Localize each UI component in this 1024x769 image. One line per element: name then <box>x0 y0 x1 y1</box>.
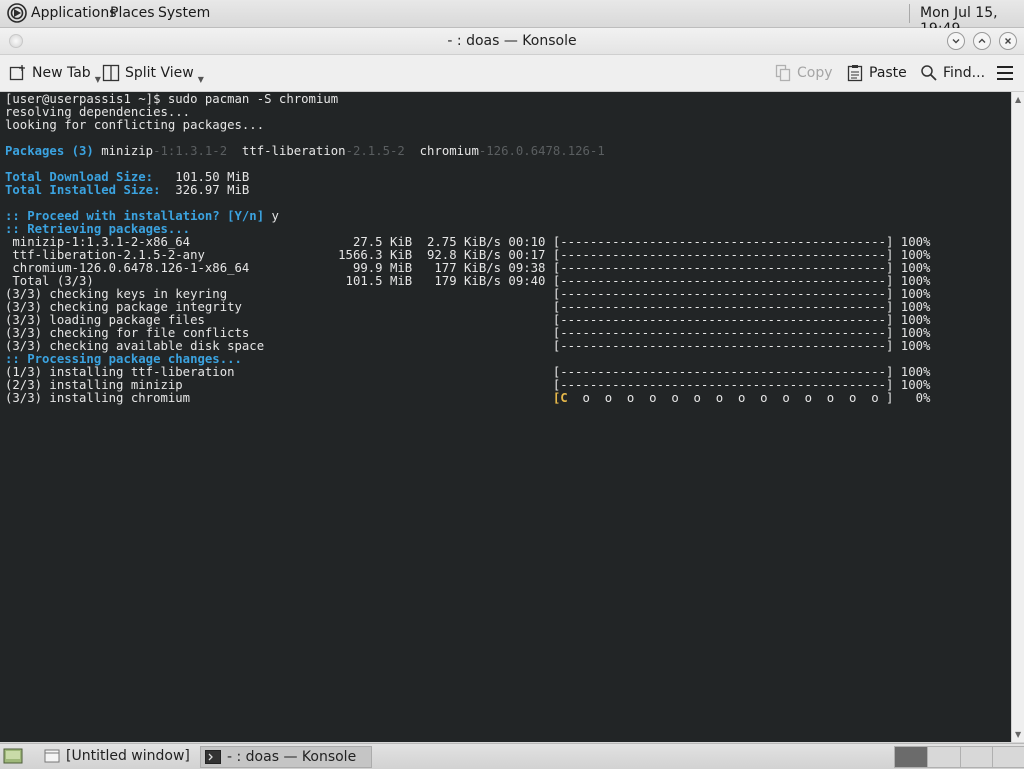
terminal-segment: o o o o o o o o o o o o o o ] 0% <box>567 391 931 405</box>
taskbar-label-konsole: - : doas — Konsole <box>227 749 357 765</box>
copy-label: Copy <box>797 65 833 81</box>
terminal-segment: 326.97 MiB <box>160 183 250 197</box>
terminal-segment: Total Installed Size: <box>5 183 161 197</box>
bottom-panel: [Untitled window] - : doas — Konsole <box>0 743 1024 769</box>
split-view-icon <box>102 64 120 82</box>
terminal-line: Total Installed Size: 326.97 MiB <box>5 184 930 197</box>
paste-icon <box>847 65 863 82</box>
terminal-line: (3/3) installing chromium [C o o o o o o… <box>5 392 930 405</box>
minimize-button[interactable] <box>947 32 965 50</box>
taskbar-item-konsole[interactable]: - : doas — Konsole <box>200 746 372 768</box>
menu-system[interactable]: System <box>158 5 210 21</box>
terminal-segment: :: Processing package changes... <box>5 352 242 366</box>
paste-button[interactable]: Paste <box>846 63 907 83</box>
terminal-segment: -2.1.5-2 <box>345 144 405 158</box>
find-label: Find... <box>943 65 986 81</box>
workspace-4[interactable] <box>992 746 1024 768</box>
split-view-button[interactable]: Split View ▼ <box>102 63 204 84</box>
maximize-button[interactable] <box>973 32 991 50</box>
terminal-segment: [C <box>552 391 568 405</box>
konsole-toolbar: New Tab ▼ Split View ▼ Copy Paste Find..… <box>0 55 1024 92</box>
hamburger-menu-icon[interactable] <box>997 66 1013 84</box>
copy-icon <box>775 64 791 82</box>
top-panel: Applications Places System Mon Jul 15, 1… <box>0 0 1024 37</box>
copy-button[interactable]: Copy <box>774 63 833 83</box>
menu-applications[interactable]: Applications <box>31 5 117 21</box>
terminal-segment: minizip <box>101 144 154 158</box>
new-tab-label: New Tab <box>32 65 91 81</box>
new-tab-dropdown-icon[interactable]: ▼ <box>95 75 101 84</box>
terminal-segment: chromium <box>404 144 479 158</box>
window-icon <box>44 749 60 763</box>
terminal-line: looking for conflicting packages... <box>5 118 265 132</box>
window-titlebar[interactable]: - : doas — Konsole <box>0 28 1024 55</box>
terminal-segment: ttf-liberation <box>227 144 346 158</box>
find-button[interactable]: Find... <box>920 63 985 83</box>
new-tab-button[interactable]: New Tab ▼ <box>9 63 101 84</box>
terminal-segment: :: Retrieving packages... <box>5 222 191 236</box>
terminal-segment: Packages (3) <box>5 144 102 158</box>
workspace-1[interactable] <box>894 746 928 768</box>
terminal-output: [user@userpassis1 ~]$ sudo pacman -S chr… <box>5 93 930 405</box>
show-desktop-icon[interactable] <box>3 747 23 765</box>
terminal-segment: Total Download Size: <box>5 170 154 184</box>
terminal-icon <box>205 750 221 764</box>
terminal-area[interactable]: [user@userpassis1 ~]$ sudo pacman -S chr… <box>0 92 1011 742</box>
terminal-scrollbar[interactable]: ▲ ▼ <box>1011 92 1024 742</box>
window-title: - : doas — Konsole <box>447 33 577 49</box>
panel-separator <box>909 4 910 23</box>
terminal-segment: :: Proceed with installation? [Y/n] <box>5 209 265 223</box>
workspace-2[interactable] <box>927 746 961 768</box>
distro-logo-icon[interactable] <box>7 3 27 23</box>
terminal-segment: (3/3) installing chromium <box>5 391 553 405</box>
menu-places[interactable]: Places <box>110 5 155 21</box>
split-view-dropdown-icon[interactable]: ▼ <box>198 75 204 84</box>
new-tab-icon <box>9 65 25 81</box>
terminal-segment: y <box>264 209 279 223</box>
scroll-up-icon[interactable]: ▲ <box>1015 95 1021 104</box>
close-button[interactable] <box>999 32 1017 50</box>
terminal-line: Packages (3) minizip-1:1.3.1-2 ttf-liber… <box>5 145 930 158</box>
terminal-segment: 101.50 MiB <box>153 170 250 184</box>
terminal-segment: -1:1.3.1-2 <box>153 144 228 158</box>
taskbar-label-untitled: [Untitled window] <box>66 748 190 764</box>
terminal-segment: -126.0.6478.126-1 <box>478 144 605 158</box>
workspace-3[interactable] <box>960 746 994 768</box>
search-icon <box>921 65 937 81</box>
split-view-label: Split View <box>125 65 194 81</box>
paste-label: Paste <box>869 65 907 81</box>
scroll-down-icon[interactable]: ▼ <box>1015 730 1021 739</box>
taskbar-item-untitled[interactable]: [Untitled window] <box>38 746 196 766</box>
